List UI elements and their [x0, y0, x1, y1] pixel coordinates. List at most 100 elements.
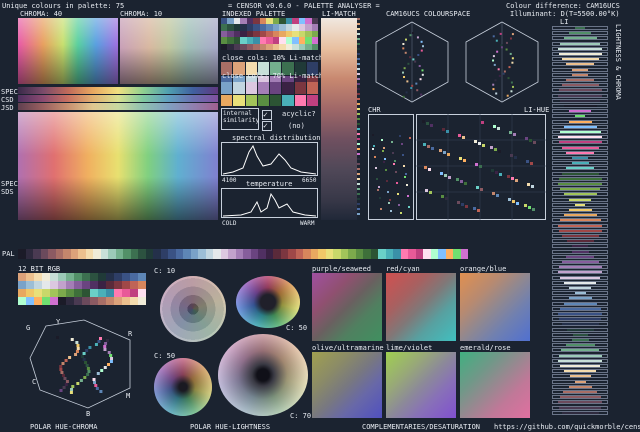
- colour-point: [496, 194, 499, 197]
- colour-point: [509, 37, 512, 40]
- rgb12-swatch: [34, 281, 42, 289]
- colour-point: [477, 209, 480, 212]
- pal-stripe-swatch: [198, 249, 206, 259]
- colour-point: [395, 171, 397, 173]
- colour-point: [492, 83, 495, 86]
- pal-stripe-swatch: [115, 249, 123, 259]
- pal-stripe-swatch: [168, 249, 176, 259]
- lightness-bar-outline: [552, 192, 608, 197]
- colour-difference-label: Colour difference: CAM16UCS: [506, 2, 620, 10]
- colour-point: [423, 143, 426, 146]
- lightness-bar-outline: [552, 161, 608, 166]
- spectral-map-shade: [18, 112, 218, 220]
- li-match-tick: [357, 103, 360, 105]
- lightness-bar-outline: [552, 332, 608, 337]
- colour-point: [508, 198, 511, 201]
- li-match-tick: [357, 73, 360, 75]
- li-match-tick: [357, 193, 360, 195]
- lightness-bar-outline: [552, 395, 608, 400]
- orange-blue-label: orange/blue: [460, 265, 507, 273]
- emerald-rose-map: [460, 352, 530, 418]
- rgb12-swatch: [50, 273, 58, 281]
- rgb12-swatch: [34, 297, 42, 305]
- lime-violet-label: lime/violet: [386, 344, 433, 352]
- temperature-label: temperature: [246, 180, 293, 188]
- pal-stripe-swatch: [243, 249, 251, 259]
- close-col-swatch: [306, 94, 318, 106]
- pal-stripe-swatch: [423, 249, 431, 259]
- colour-point: [407, 62, 410, 65]
- colour-point: [401, 143, 403, 145]
- li-match-tick: [357, 143, 360, 145]
- colour-point: [533, 141, 536, 144]
- lightness-bar-outline: [552, 249, 608, 254]
- rgb12-swatch: [106, 289, 114, 297]
- colour-point: [109, 354, 113, 357]
- colour-point: [92, 378, 96, 381]
- colour-point: [104, 342, 108, 345]
- colour-point: [98, 337, 102, 340]
- colour-point: [374, 156, 376, 158]
- jsd-stripe: [18, 103, 218, 110]
- colour-point: [76, 347, 80, 350]
- colour-point: [495, 39, 498, 42]
- rgb12-swatch: [82, 281, 90, 289]
- colour-point: [103, 348, 107, 351]
- github-link[interactable]: https://github.com/quickmorble/censor: [494, 423, 640, 431]
- colour-point: [441, 195, 444, 198]
- li-match-tick: [357, 198, 360, 200]
- colour-point: [109, 360, 113, 363]
- rgb12-swatch: [114, 297, 122, 305]
- colour-point: [445, 197, 448, 200]
- close-col-swatch: [257, 94, 269, 106]
- close-col-swatch: [233, 94, 245, 106]
- lightness-bar-outline: [552, 390, 608, 394]
- colour-point: [492, 35, 495, 38]
- unique-colours-label: Unique colours in palette: 75: [2, 2, 125, 10]
- c10-label: C: 10: [154, 267, 176, 275]
- rgb12-swatch: [50, 297, 58, 305]
- colour-point: [372, 148, 374, 150]
- rgb12-swatch: [90, 297, 98, 305]
- pal-stripe-swatch: [123, 249, 131, 259]
- colour-point: [531, 185, 534, 188]
- pal-stripe-swatch: [25, 249, 33, 259]
- pal-stripe: [18, 249, 468, 259]
- rgb12-swatch: [130, 297, 138, 305]
- lightness-bar-outline: [552, 317, 608, 322]
- lightness-chroma-label: LIGHTNESS & CHROMA: [614, 24, 622, 100]
- pal-stripe-swatch: [183, 249, 191, 259]
- pal-stripe-swatch: [295, 249, 303, 259]
- rgb12-label: 12 BIT RGB: [18, 265, 61, 273]
- indexed-palette-label: INDEXED PALETTE: [222, 10, 286, 18]
- colour-point: [495, 92, 498, 95]
- rgb12-swatch: [74, 297, 82, 305]
- purple-seaweed-label: purple/seaweed: [312, 265, 372, 273]
- colour-point: [388, 202, 390, 204]
- pal-stripe-swatch: [355, 249, 363, 259]
- li-match-tick: [357, 183, 360, 185]
- lightness-bar-outline: [552, 301, 608, 306]
- pal-stripe-swatch: [453, 249, 461, 259]
- colour-point: [516, 202, 519, 205]
- emerald-rose-label: emerald/rose: [460, 344, 511, 352]
- rgb12-swatch: [114, 281, 122, 289]
- red-cyan-label: red/cyan: [386, 265, 420, 273]
- rgb12-swatch: [90, 281, 98, 289]
- pal-stripe-swatch: [258, 249, 266, 259]
- colour-point: [462, 136, 465, 139]
- pal-stripe-swatch: [235, 249, 243, 259]
- lightness-bar-outline: [552, 187, 608, 192]
- colour-point: [405, 173, 407, 175]
- colour-point: [507, 175, 510, 178]
- pal-stripe-swatch: [33, 249, 41, 259]
- colour-point: [508, 66, 511, 69]
- hue-y-label: Y: [56, 318, 61, 326]
- colour-point: [402, 95, 405, 98]
- colour-point: [422, 120, 425, 123]
- close-cols-10-label: close cols: 10% Li-match: [222, 54, 324, 62]
- colour-point: [82, 352, 86, 355]
- colour-point: [398, 204, 400, 206]
- lightness-bar-outline: [552, 374, 608, 379]
- palette-swatch: [311, 43, 318, 50]
